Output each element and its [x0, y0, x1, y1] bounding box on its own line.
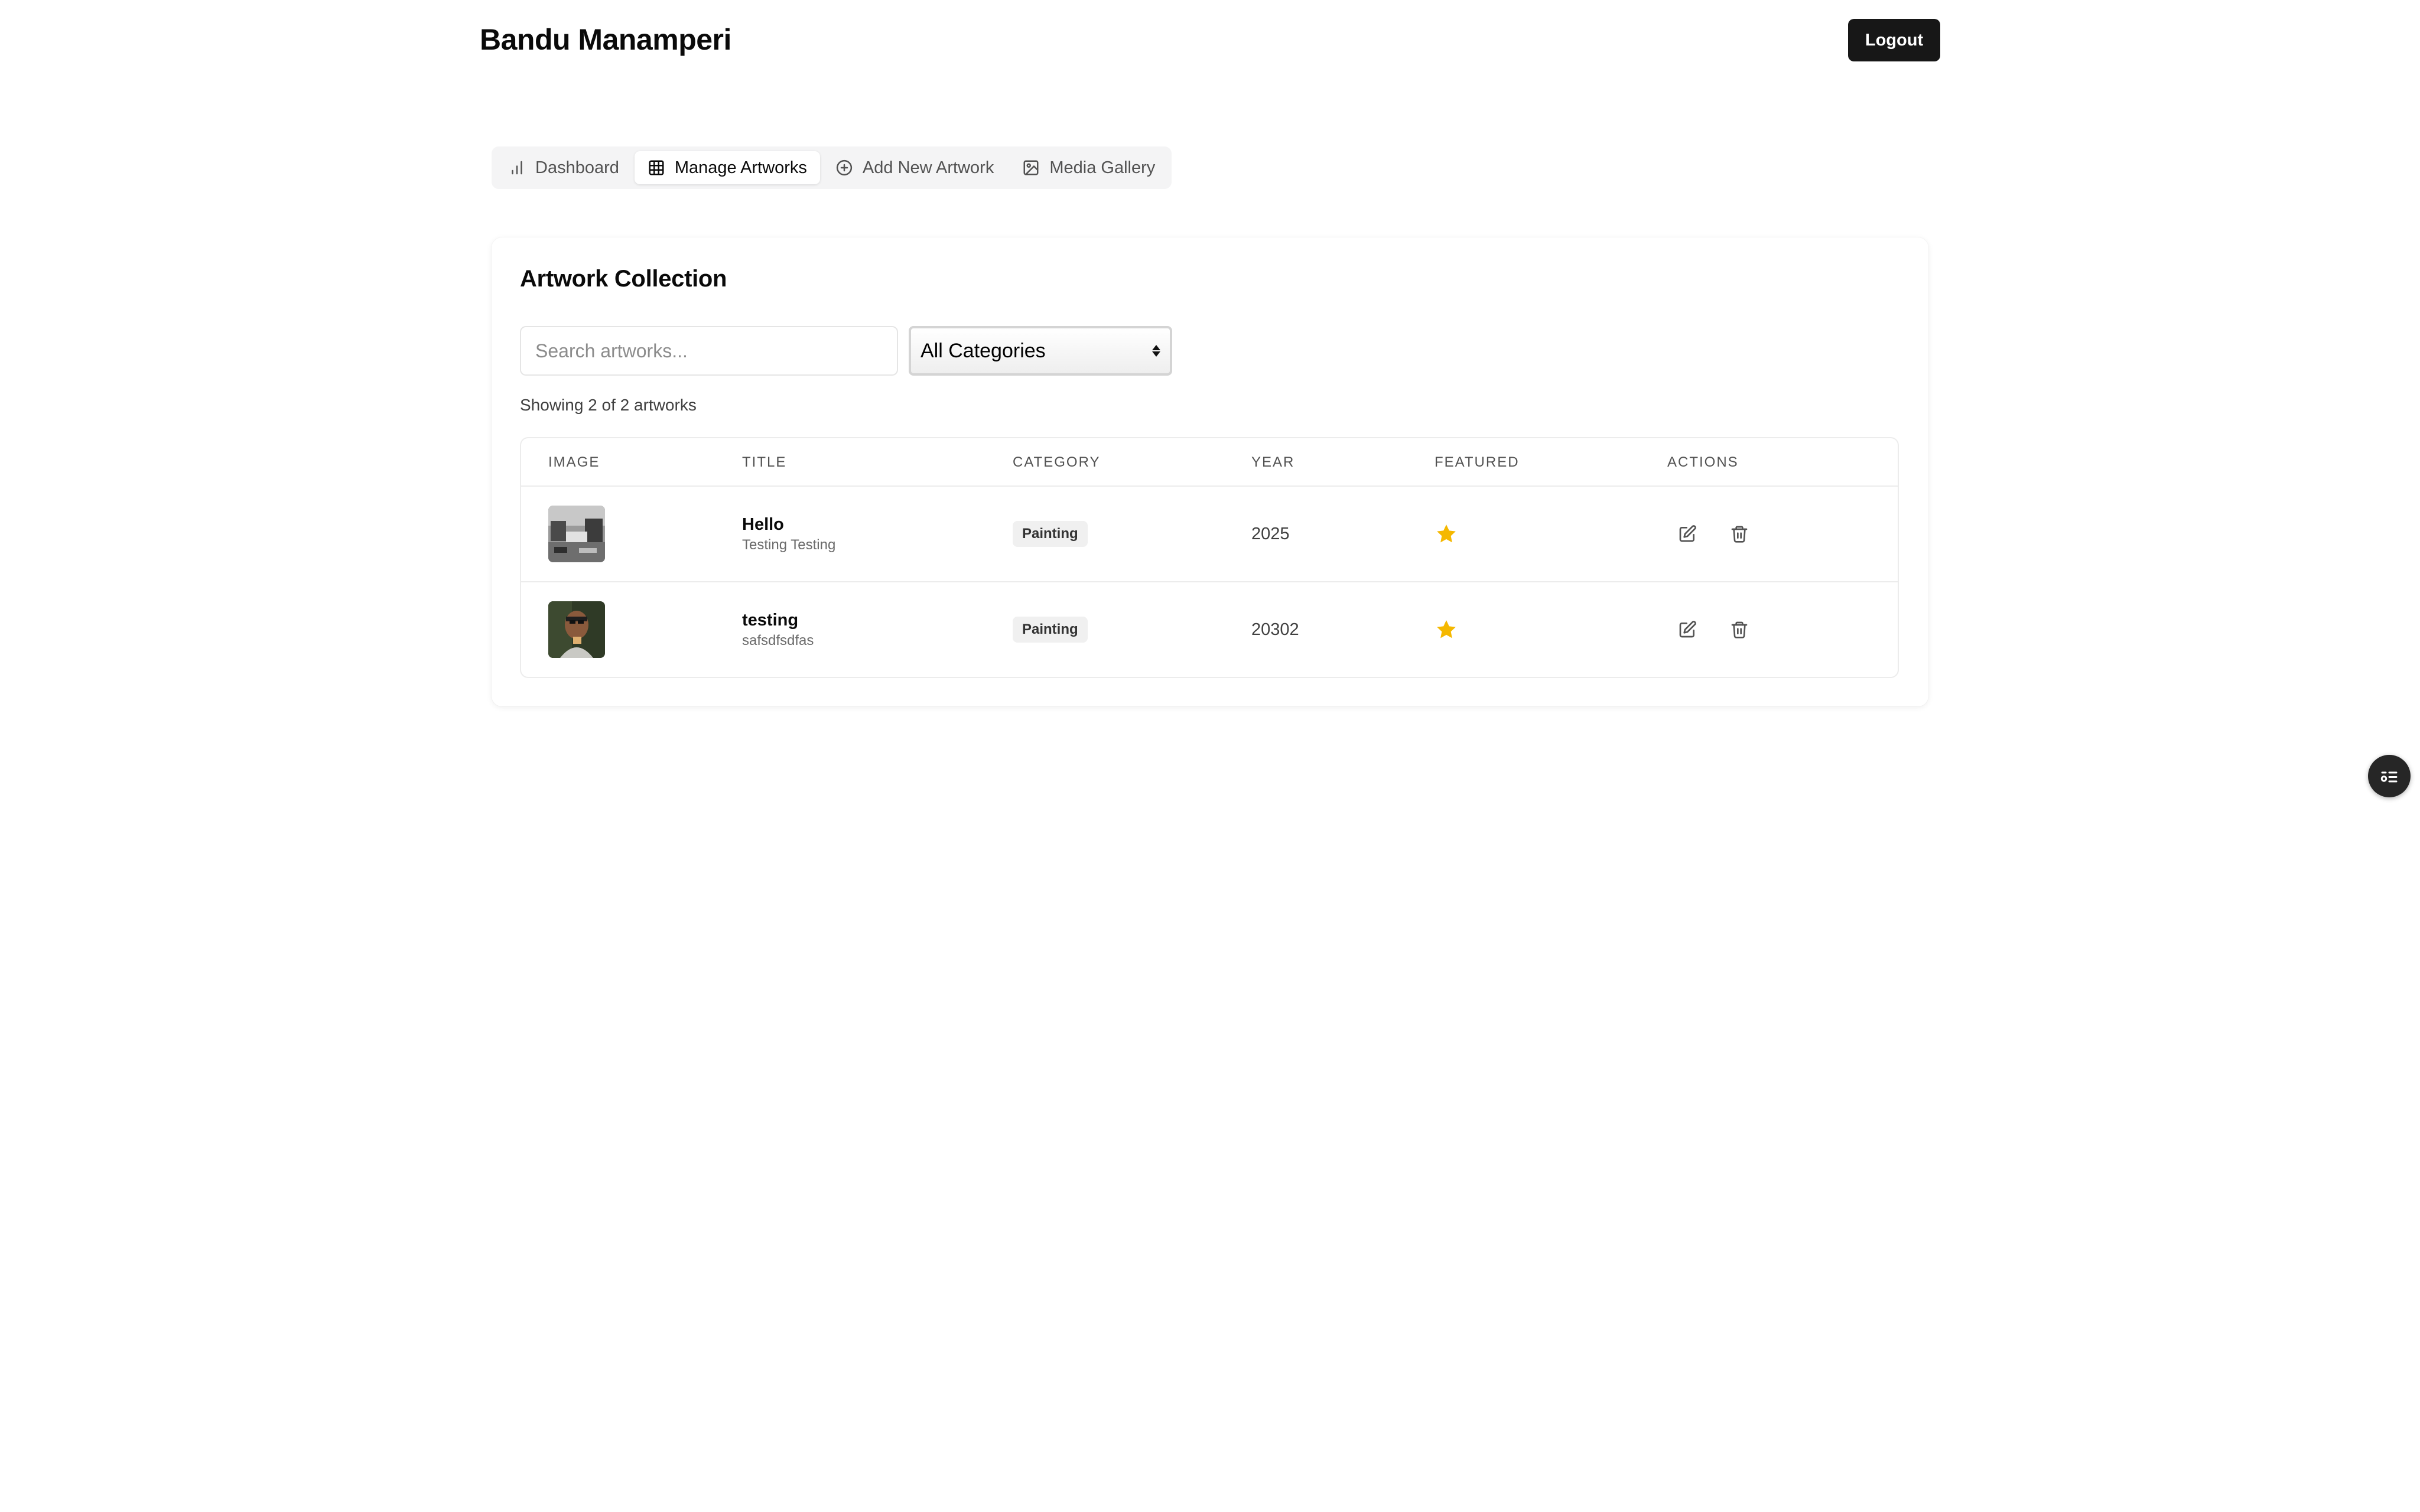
artwork-thumbnail[interactable] [548, 601, 605, 658]
tab-manage-artworks[interactable]: Manage Artworks [634, 151, 820, 184]
tab-add-new-artwork-label: Add New Artwork [862, 158, 994, 177]
table-row: Hello Testing Testing Painting 2025 [521, 487, 1898, 582]
table-grid-icon [649, 160, 664, 175]
column-header-actions: Actions [1667, 454, 1739, 470]
category-select[interactable]: All Categories [909, 326, 1172, 376]
artwork-title: testing [742, 610, 799, 630]
floating-toggle-button[interactable] [2368, 755, 2411, 797]
table-row: testing safsdfsdfas Painting 20302 [521, 582, 1898, 677]
artwork-collection-card: Artwork Collection All Categories Showin… [492, 237, 1928, 706]
logout-button[interactable]: Logout [1848, 19, 1940, 61]
tab-media-gallery-label: Media Gallery [1049, 158, 1156, 177]
tab-add-new-artwork[interactable]: Add New Artwork [822, 151, 1007, 184]
bar-chart-icon [512, 161, 522, 175]
artwork-thumbnail[interactable] [548, 506, 605, 562]
column-header-title: Title [742, 454, 787, 470]
artwork-year: 2025 [1251, 524, 1290, 543]
image-icon [1023, 160, 1039, 175]
column-header-category: Category [1013, 454, 1101, 470]
edit-button[interactable] [1671, 613, 1704, 646]
artwork-subtitle: safsdfsdfas [742, 632, 814, 649]
card-title: Artwork Collection [520, 266, 727, 292]
category-badge: Painting [1013, 521, 1088, 547]
artwork-year: 20302 [1251, 620, 1299, 639]
edit-icon [1679, 621, 1696, 638]
site-title: Bandu Manamperi [480, 23, 731, 56]
select-arrows-icon [1152, 345, 1160, 357]
column-header-year: Year [1251, 454, 1295, 470]
featured-star-icon[interactable] [1435, 487, 1458, 581]
toggle-list-icon [2380, 771, 2398, 783]
edit-icon [1679, 525, 1696, 542]
artworks-table: Image Title Category Year Featured Actio… [520, 437, 1899, 678]
tab-manage-artworks-label: Manage Artworks [674, 158, 807, 177]
delete-button[interactable] [1723, 613, 1756, 646]
delete-button[interactable] [1723, 517, 1756, 550]
search-input[interactable] [520, 326, 898, 376]
trash-icon [1731, 526, 1748, 543]
header: Bandu Manamperi Logout [0, 0, 2420, 89]
category-select-value: All Categories [920, 339, 1046, 362]
results-count: Showing 2 of 2 artworks [520, 396, 697, 414]
column-header-featured: Featured [1435, 454, 1520, 470]
tab-media-gallery[interactable]: Media Gallery [1009, 151, 1168, 184]
featured-star-icon[interactable] [1435, 582, 1458, 677]
edit-button[interactable] [1671, 517, 1704, 550]
tab-dashboard[interactable]: Dashboard [495, 151, 632, 184]
tab-bar: Dashboard Manage Artworks Add New Artwor… [492, 146, 1172, 189]
table-header: Image Title Category Year Featured Actio… [521, 438, 1898, 487]
tab-dashboard-label: Dashboard [535, 158, 619, 177]
category-badge: Painting [1013, 617, 1088, 643]
plus-circle-icon [836, 159, 853, 176]
column-header-image: Image [548, 454, 600, 470]
artwork-title: Hello [742, 514, 784, 534]
artwork-subtitle: Testing Testing [742, 536, 836, 553]
trash-icon [1731, 621, 1748, 638]
